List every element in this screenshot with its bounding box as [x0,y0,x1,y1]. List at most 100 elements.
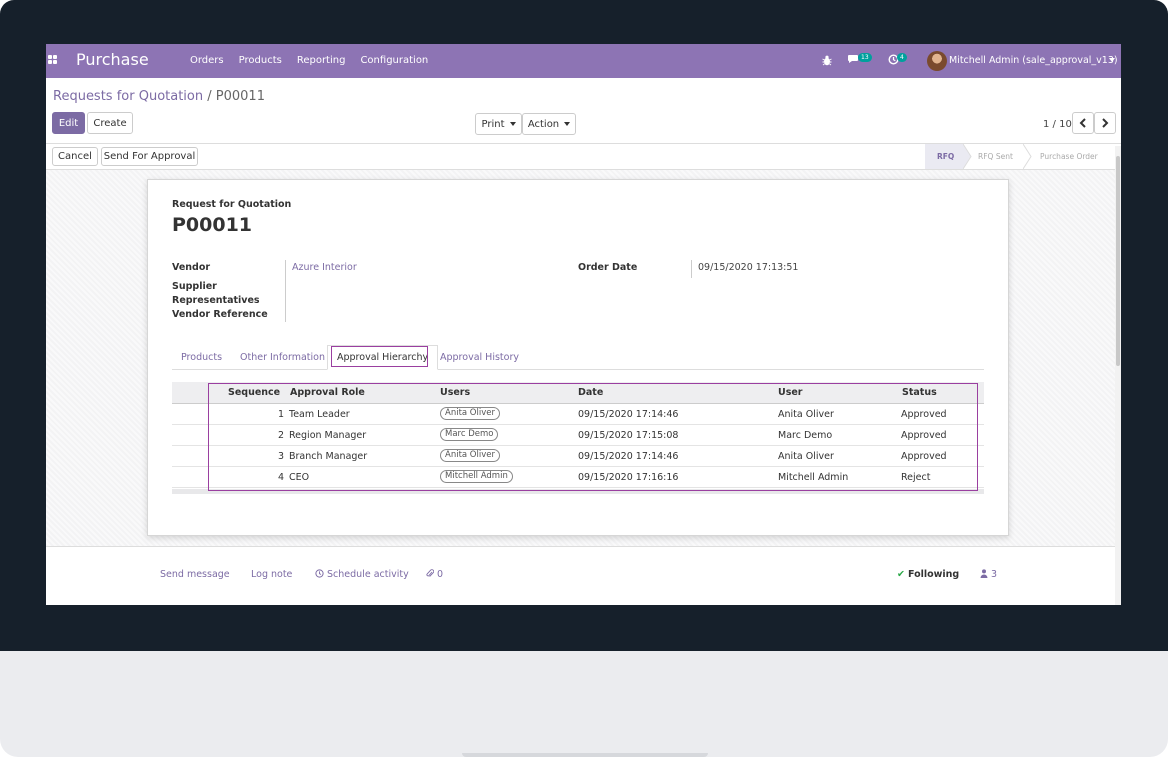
pager-previous-button[interactable] [1072,112,1094,134]
table-row[interactable]: 2 Region Manager Marc Demo 09/15/2020 17… [172,425,984,446]
cell-date: 09/15/2020 17:14:46 [578,451,679,462]
chevron-down-icon [509,122,516,126]
header-user[interactable]: User [778,387,803,398]
table-footer [172,489,984,494]
send-message-button[interactable]: Send message [160,569,230,580]
cell-user: Mitchell Admin [778,472,849,483]
status-bar: Cancel Send For Approval RFQ RFQ Sent Pu… [46,143,1121,170]
header-sequence[interactable]: Sequence [228,387,280,398]
action-button[interactable]: Action [522,113,576,135]
menu-reporting[interactable]: Reporting [297,55,346,66]
tab-approval-history[interactable]: Approval History [431,345,528,370]
cell-date: 09/15/2020 17:16:16 [578,472,679,483]
cell-user: Anita Oliver [778,451,834,462]
cell-date: 09/15/2020 17:14:46 [578,409,679,420]
schedule-activity-label: Schedule activity [327,569,409,580]
send-for-approval-button[interactable]: Send For Approval [101,147,198,166]
cell-sequence: 1 [277,409,284,420]
print-label: Print [481,118,505,130]
attachments-button[interactable]: 0 [426,569,443,580]
stage-rfq-sent[interactable]: RFQ Sent [978,144,1028,169]
chevron-left-icon [1079,118,1086,128]
log-note-button[interactable]: Log note [251,569,292,580]
activities-badge: 4 [897,53,907,62]
user-caret-icon[interactable] [1109,58,1115,62]
field-separator [285,260,286,322]
cell-user: Marc Demo [778,430,833,441]
vendor-label: Vendor [172,262,211,273]
schedule-activity-button[interactable]: Schedule activity [315,569,409,580]
menu-orders[interactable]: Orders [190,55,224,66]
laptop-notch [462,753,708,757]
tab-other-information[interactable]: Other Information [231,345,334,370]
attachments-count: 0 [437,569,444,580]
create-button[interactable]: Create [87,112,133,134]
menu-configuration[interactable]: Configuration [360,55,428,66]
cell-user: Anita Oliver [778,409,834,420]
header-approval-role[interactable]: Approval Role [290,387,365,398]
cell-role: Region Manager [289,430,367,441]
chevron-right-icon [1102,118,1109,128]
supplier-reps-label: Supplier Representatives [172,281,260,306]
menu-products[interactable]: Products [239,55,282,66]
cell-status: Approved [901,451,947,462]
cell-role: CEO [289,472,310,483]
top-navbar: Purchase Orders Products Reporting Confi… [46,44,1121,78]
breadcrumb-separator: / [207,89,212,104]
user-tag: Anita Oliver [440,407,500,420]
notebook-tabs: Products Other Information Approval Hier… [172,345,984,370]
user-icon [980,569,988,578]
vertical-scrollbar[interactable] [1115,146,1121,605]
breadcrumb: Requests for Quotation / P00011 [53,89,265,104]
table-row[interactable]: 3 Branch Manager Anita Oliver 09/15/2020… [172,446,984,467]
apps-menu-icon[interactable] [48,55,57,64]
header-status[interactable]: Status [902,387,937,398]
bug-icon[interactable] [822,55,834,67]
app-brand[interactable]: Purchase [76,50,149,69]
cell-role: Branch Manager [289,451,368,462]
following-button[interactable]: ✔ Following [897,569,959,580]
user-avatar[interactable] [927,51,947,71]
paperclip-icon [426,569,435,577]
edit-button[interactable]: Edit [52,112,85,134]
main-menu: Orders Products Reporting Configuration [190,55,428,66]
cell-status: Approved [901,430,947,441]
action-label: Action [527,118,560,130]
stage-arrow [963,144,972,169]
cell-status: Approved [901,409,947,420]
table-header: Sequence Approval Role Users Date User S… [172,382,984,404]
pager-next-button[interactable] [1094,112,1116,134]
field-separator [691,260,692,278]
cancel-button[interactable]: Cancel [52,147,98,166]
scrollbar-thumb[interactable] [1116,156,1120,366]
followers-button[interactable]: 3 [980,569,997,580]
table-row[interactable]: 1 Team Leader Anita Oliver 09/15/2020 17… [172,404,984,425]
stage-rfq[interactable]: RFQ [925,144,963,169]
document-subtitle: Request for Quotation [172,199,292,210]
order-date-label: Order Date [578,262,638,273]
user-menu[interactable]: Mitchell Admin (sale_approval_v13) [949,55,1118,66]
screen: Purchase Orders Products Reporting Confi… [46,44,1121,605]
table-row[interactable]: 4 CEO Mitchell Admin 09/15/2020 17:16:16… [172,467,984,488]
user-tag: Marc Demo [440,428,499,441]
print-button[interactable]: Print [475,113,522,135]
followers-count: 3 [991,569,998,580]
cell-date: 09/15/2020 17:15:08 [578,430,679,441]
cell-sequence: 3 [277,451,284,462]
stage-purchase-order[interactable]: Purchase Order [1040,144,1110,169]
breadcrumb-parent[interactable]: Requests for Quotation [53,89,203,104]
form-sheet: Request for Quotation P00011 Vendor Azur… [147,179,1009,536]
vendor-value[interactable]: Azure Interior [292,262,357,273]
following-label: Following [907,569,960,580]
cell-role: Team Leader [289,409,350,420]
clock-icon [315,569,324,578]
pager-value[interactable]: 1 / 10 [1043,119,1072,130]
header-users[interactable]: Users [440,387,470,398]
header-date[interactable]: Date [578,387,603,398]
tab-approval-hierarchy[interactable]: Approval Hierarchy [327,345,439,370]
tab-products[interactable]: Products [172,345,231,370]
vendor-ref-label: Vendor Reference [172,309,268,320]
check-icon: ✔ [897,569,905,580]
document-name: P00011 [172,214,253,236]
order-date-value[interactable]: 09/15/2020 17:13:51 [698,262,798,273]
